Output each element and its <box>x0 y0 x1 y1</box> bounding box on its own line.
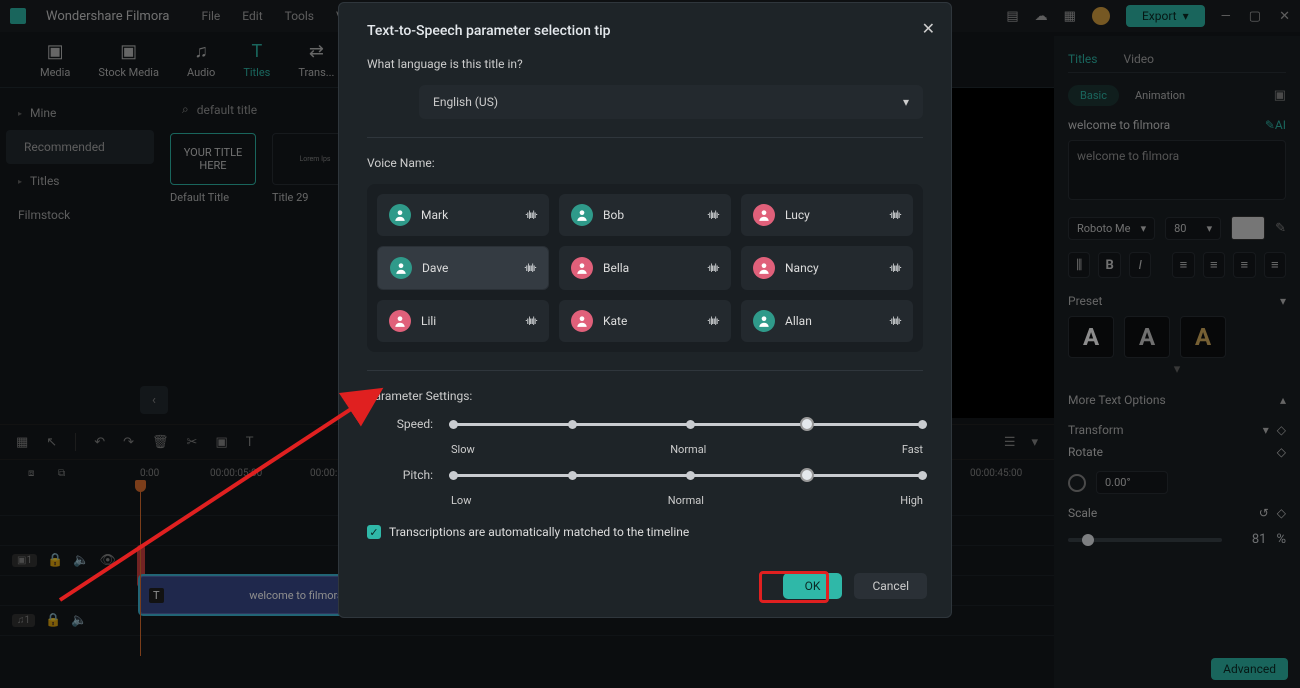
avatar-icon <box>389 204 411 226</box>
voice-option[interactable]: Mark ·ı|ıı|ı· <box>377 194 549 236</box>
chevron-down-icon: ▾ <box>903 95 909 109</box>
voice-name: Nancy <box>785 261 879 275</box>
pitch-label: Pitch: <box>367 468 433 482</box>
modal-close-button[interactable]: ✕ <box>922 19 935 38</box>
cancel-button[interactable]: Cancel <box>854 573 927 599</box>
waveform-icon: ·ı|ıı|ı· <box>525 316 537 327</box>
voice-grid: Mark ·ı|ıı|ı· Bob ·ı|ıı|ı· Lucy ·ı|ıı|ı· Dave ·… <box>367 184 923 352</box>
avatar-icon <box>571 310 593 332</box>
voice-name: Dave <box>422 261 514 275</box>
voice-name: Mark <box>421 208 515 222</box>
voice-option[interactable]: Kate ·ı|ıı|ı· <box>559 300 731 342</box>
voice-name: Bob <box>603 208 697 222</box>
transcription-checkbox[interactable]: ✓ <box>367 525 381 539</box>
ok-button[interactable]: OK <box>783 573 843 599</box>
avatar-icon <box>571 257 593 279</box>
avatar-icon <box>753 204 775 226</box>
voice-option[interactable]: Lili ·ı|ıı|ı· <box>377 300 549 342</box>
waveform-icon: ·ı|ıı|ı· <box>889 316 901 327</box>
voice-label: Voice Name: <box>367 156 923 170</box>
language-question: What language is this title in? <box>367 57 923 71</box>
voice-name: Allan <box>785 314 879 328</box>
voice-option[interactable]: Nancy ·ı|ıı|ı· <box>741 246 913 290</box>
voice-name: Bella <box>603 261 697 275</box>
avatar-icon <box>753 257 775 279</box>
avatar-icon <box>571 204 593 226</box>
waveform-icon: ·ı|ıı|ı· <box>707 263 719 274</box>
avatar-icon <box>389 310 411 332</box>
voice-name: Kate <box>603 314 697 328</box>
voice-option[interactable]: Bella ·ı|ıı|ı· <box>559 246 731 290</box>
speed-slider[interactable] <box>449 423 923 426</box>
avatar-icon <box>753 310 775 332</box>
modal-title: Text-to-Speech parameter selection tip <box>367 23 923 39</box>
voice-name: Lucy <box>785 208 879 222</box>
avatar-icon <box>390 257 412 279</box>
voice-option[interactable]: Dave ·ı|ıı|ı· <box>377 246 549 290</box>
pitch-slider[interactable] <box>449 474 923 477</box>
waveform-icon: ·ı|ıı|ı· <box>707 316 719 327</box>
waveform-icon: ·ı|ıı|ı· <box>707 210 719 221</box>
waveform-icon: ·ı|ıı|ı· <box>889 210 901 221</box>
transcription-label: Transcriptions are automatically matched… <box>389 525 689 539</box>
voice-name: Lili <box>421 314 515 328</box>
waveform-icon: ·ı|ıı|ı· <box>524 263 536 274</box>
waveform-icon: ·ı|ıı|ı· <box>525 210 537 221</box>
tts-modal: Text-to-Speech parameter selection tip ✕… <box>338 2 952 618</box>
voice-option[interactable]: Lucy ·ı|ıı|ı· <box>741 194 913 236</box>
voice-option[interactable]: Allan ·ı|ıı|ı· <box>741 300 913 342</box>
language-select[interactable]: English (US)▾ <box>419 85 923 119</box>
param-label: Parameter Settings: <box>367 389 923 403</box>
speed-label: Speed: <box>367 417 433 431</box>
waveform-icon: ·ı|ıı|ı· <box>889 263 901 274</box>
voice-option[interactable]: Bob ·ı|ıı|ı· <box>559 194 731 236</box>
